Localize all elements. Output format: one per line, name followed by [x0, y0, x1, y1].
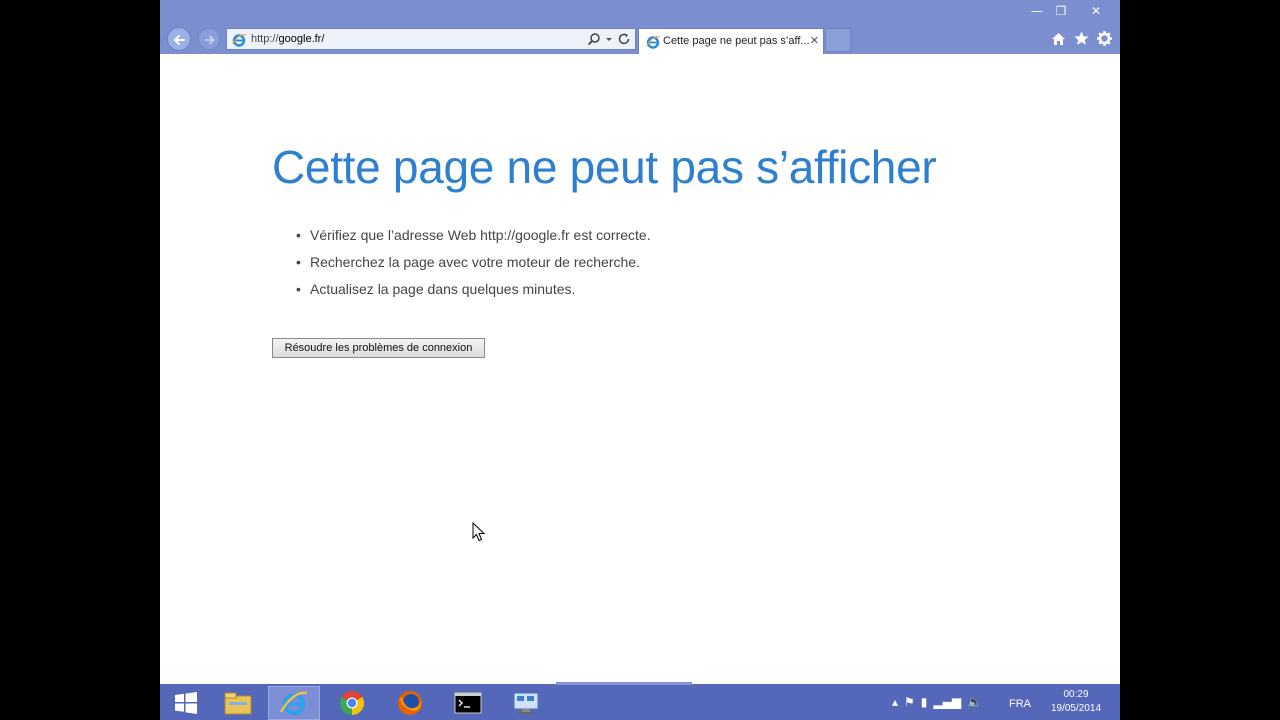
input-language[interactable]: FRA [1009, 684, 1031, 720]
taskbar-item-ie[interactable] [268, 686, 320, 720]
toolbar-icons [1050, 30, 1113, 47]
address-bar[interactable]: http://google.fr/ [226, 28, 636, 50]
taskbar: ▴ ⚑ ▮ ▂▄▆ 🔈 FRA 00:29 19/05/2014 [160, 682, 1120, 720]
suggestion-text: Recherchez la page avec votre moteur de … [310, 254, 640, 270]
show-hidden-icons-icon[interactable]: ▴ [892, 696, 898, 708]
arrow-right-icon [205, 35, 215, 45]
system-tray: ▴ ⚑ ▮ ▂▄▆ 🔈 [892, 684, 982, 720]
list-item: • Actualisez la page dans quelques minute… [296, 281, 576, 297]
tab-close-icon[interactable]: ✕ [810, 35, 819, 47]
network-signal-icon[interactable]: ▂▄▆ [933, 696, 961, 708]
new-tab-button[interactable] [825, 28, 851, 52]
tab-current[interactable]: Cette page ne peut pas s’aff... ✕ [638, 28, 824, 54]
arrow-left-icon [173, 35, 185, 45]
forward-button[interactable] [198, 28, 220, 50]
chrome-icon [340, 690, 365, 715]
list-item: • Vérifiez que l’adresse Web http://googl… [296, 227, 651, 243]
internet-explorer-icon [645, 36, 661, 49]
start-icon [175, 692, 197, 714]
refresh-icon[interactable] [617, 32, 631, 46]
close-window-button[interactable]: ✕ [1076, 2, 1116, 20]
fix-connection-button[interactable]: Résoudre les problèmes de connexion [272, 338, 485, 358]
home-icon[interactable] [1050, 30, 1067, 47]
magnifier-icon[interactable] [587, 32, 601, 46]
list-item: • Recherchez la page avec votre moteur de… [296, 254, 640, 270]
power-icon[interactable]: ▮ [921, 696, 928, 708]
suggestion-text: Vérifiez que l’adresse Web http://google… [310, 227, 651, 243]
clock[interactable]: 00:29 19/05/2014 [1040, 688, 1112, 716]
network-tool-icon [513, 692, 539, 714]
suggestion-list: • Vérifiez que l’adresse Web http://googl… [296, 222, 651, 303]
page-title: Cette page ne peut pas s’afficher [272, 141, 937, 193]
dropdown-arrow-icon[interactable] [605, 32, 613, 46]
taskbar-item-network[interactable] [500, 686, 552, 720]
start-button[interactable] [160, 686, 212, 720]
scroll-indicator [556, 682, 692, 685]
suggestion-text: Actualisez la page dans quelques minutes… [310, 281, 576, 297]
internet-explorer-icon [279, 691, 308, 716]
mouse-cursor-icon [472, 522, 486, 542]
clock-date: 19/05/2014 [1050, 703, 1102, 714]
screen: — ❐ ✕ http://google.fr/ Cette page ne pe… [160, 0, 1120, 720]
clock-time: 00:29 [1063, 689, 1089, 700]
firefox-icon [398, 691, 422, 715]
address-tools [587, 31, 631, 47]
taskbar-item-firefox[interactable] [384, 686, 436, 720]
url-prefix: http:// [251, 33, 279, 45]
error-page: Cette page ne peut pas s’afficher • Vérif… [160, 54, 1120, 684]
file-explorer-icon [224, 692, 252, 715]
favorites-star-icon[interactable] [1073, 30, 1090, 47]
taskbar-item-cmd[interactable] [442, 686, 494, 720]
taskbar-item-explorer[interactable] [212, 686, 264, 720]
settings-gear-icon[interactable] [1096, 30, 1113, 47]
maximize-button[interactable]: ❐ [1050, 2, 1072, 20]
back-button[interactable] [167, 27, 191, 51]
tab-title: Cette page ne peut pas s’aff... [663, 35, 810, 47]
url-text[interactable]: http://google.fr/ [251, 29, 324, 49]
taskbar-item-chrome[interactable] [326, 686, 378, 720]
internet-explorer-icon [231, 34, 247, 47]
action-center-flag-icon[interactable]: ⚑ [904, 696, 915, 708]
url-host: google.fr/ [278, 33, 325, 45]
browser-chrome: — ❐ ✕ http://google.fr/ Cette page ne pe… [160, 0, 1120, 54]
minimize-button[interactable]: — [1026, 2, 1048, 20]
volume-icon[interactable]: 🔈 [967, 696, 982, 708]
command-prompt-icon [454, 692, 482, 714]
